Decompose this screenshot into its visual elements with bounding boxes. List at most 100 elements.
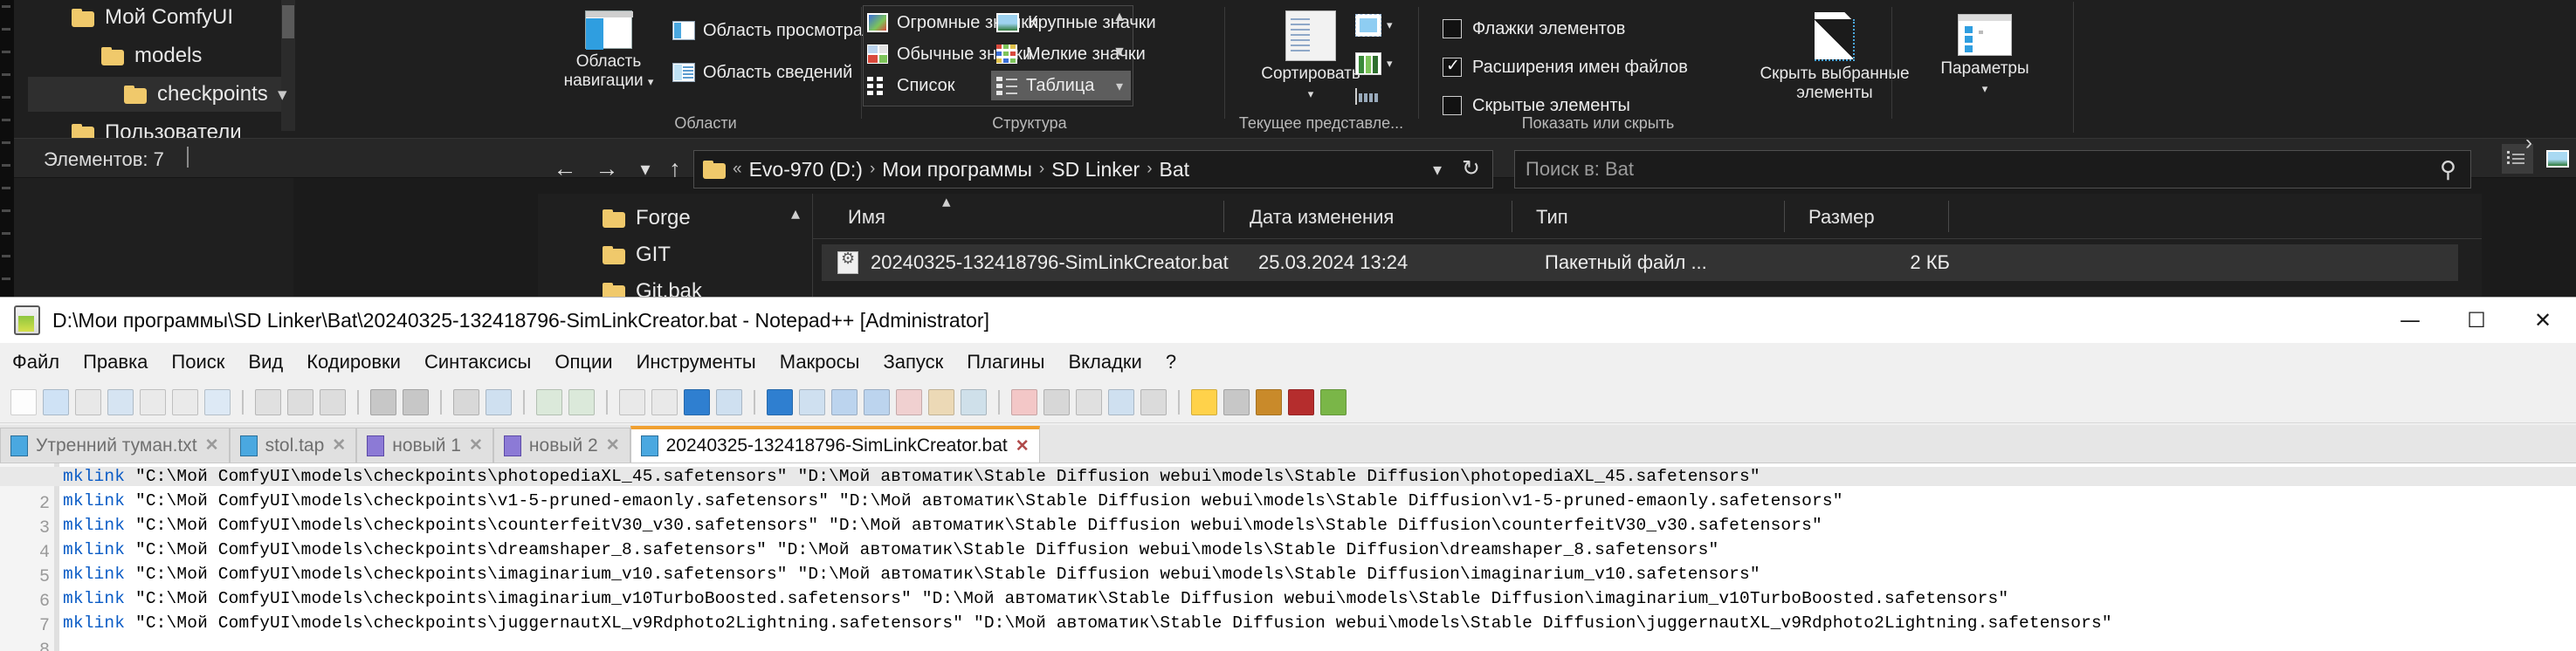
save-icon[interactable] — [75, 388, 101, 415]
back-button[interactable]: ← — [550, 155, 580, 182]
menu-item-0[interactable]: Файл — [12, 351, 59, 373]
menu-item-4[interactable]: Кодировки — [307, 351, 401, 373]
menu-item-12[interactable]: ? — [1166, 351, 1176, 373]
tree-item-forge[interactable]: Forge — [596, 201, 691, 236]
search-icon[interactable]: ⚲ — [2440, 156, 2456, 183]
paste-icon[interactable] — [320, 388, 346, 415]
breadcrumb-item-bat[interactable]: Bat — [1160, 158, 1190, 182]
column-separator[interactable] — [1784, 201, 1785, 232]
plugin-green-icon[interactable] — [1320, 388, 1347, 415]
zoom-out-icon[interactable] — [568, 388, 595, 415]
menu-item-8[interactable]: Макросы — [780, 351, 860, 373]
tab-4[interactable]: 20240325-132418796-SimLinkCreator.bat ✕ — [630, 426, 1040, 463]
open-file-icon[interactable] — [43, 388, 69, 415]
ui-pane-icon[interactable] — [799, 388, 825, 415]
indent-guide-icon[interactable] — [767, 388, 793, 415]
undo-icon[interactable] — [370, 388, 396, 415]
unfold-all-icon[interactable] — [864, 388, 890, 415]
tab-close-icon[interactable]: ✕ — [1016, 436, 1030, 456]
macro-run-icon[interactable] — [1043, 388, 1070, 415]
cut-icon[interactable] — [255, 388, 281, 415]
tab-close-icon[interactable]: ✕ — [606, 435, 620, 456]
chevron-down-icon[interactable]: ▾ — [1433, 159, 1442, 181]
layout-option-list[interactable]: Список — [867, 71, 955, 100]
menu-item-9[interactable]: Запуск — [883, 351, 943, 373]
tab-close-icon[interactable]: ✕ — [332, 435, 346, 456]
tree-item-comfyui[interactable]: Мой ComfyUI — [65, 0, 233, 35]
close-button[interactable]: ✕ — [2510, 298, 2576, 343]
menu-item-3[interactable]: Вид — [248, 351, 283, 373]
menu-item-6[interactable]: Опции — [554, 351, 612, 373]
column-header-name[interactable]: Имя — [848, 206, 885, 229]
redo-icon[interactable] — [403, 388, 429, 415]
fit-columns-button[interactable] — [1355, 88, 1357, 105]
chevron-right-icon[interactable]: › — [2525, 131, 2532, 155]
menu-item-11[interactable]: Вкладки — [1068, 351, 1141, 373]
sync-h-icon[interactable] — [651, 388, 678, 415]
column-separator[interactable] — [1948, 201, 1949, 232]
column-separator[interactable] — [1223, 201, 1224, 232]
breadcrumb[interactable]: « Evo-970 (D:) › Мои программы › SD Link… — [693, 150, 1493, 188]
tab-2[interactable]: новый 1 ✕ — [356, 428, 493, 463]
refresh-icon[interactable]: ↻ — [1462, 155, 1480, 182]
close-icon[interactable] — [140, 388, 166, 415]
notepadpp-title-bar[interactable]: D:\Мои программы\SD Linker\Bat\20240325-… — [0, 298, 2576, 343]
minimize-button[interactable]: — — [2377, 298, 2443, 343]
code-line-5[interactable]: mklink "C:\Мой ComfyUI\models\checkpoint… — [63, 565, 1760, 584]
zoom-in-icon[interactable] — [536, 388, 562, 415]
menu-item-7[interactable]: Инструменты — [637, 351, 756, 373]
add-columns-button[interactable]: ▾ — [1355, 14, 1393, 37]
layout-gallery[interactable]: Огромные значки Обычные значки Список Кр… — [863, 5, 1156, 106]
print-icon[interactable] — [204, 388, 231, 415]
save-all-icon[interactable] — [107, 388, 134, 415]
code-line-2[interactable]: mklink "C:\Мой ComfyUI\models\checkpoint… — [63, 491, 1843, 511]
fold-all-icon[interactable] — [831, 388, 858, 415]
column-header-type[interactable]: Тип — [1536, 206, 1568, 229]
checkbox-file-extensions[interactable]: Расширения имен файлов — [1443, 52, 1688, 82]
size-all-columns-button[interactable]: ▾ — [1355, 52, 1393, 75]
code-line-3[interactable]: mklink "C:\Мой ComfyUI\models\checkpoint… — [63, 516, 1822, 535]
run-icon[interactable] — [1076, 388, 1102, 415]
code-line-4[interactable]: mklink "C:\Мой ComfyUI\models\checkpoint… — [63, 540, 1718, 559]
gallery-scroll-down-icon[interactable]: ▼ — [1108, 45, 1131, 60]
tree-item-git[interactable]: GIT — [596, 237, 671, 272]
checkbox-box[interactable] — [1443, 19, 1462, 38]
code-editor[interactable]: 12345678 mklink "C:\Мой ComfyUI\models\c… — [0, 463, 2576, 651]
tab-1[interactable]: stol.tap ✕ — [229, 428, 357, 463]
chevron-up-icon[interactable]: ▴ — [791, 202, 800, 224]
menu-item-1[interactable]: Правка — [83, 351, 148, 373]
macro-record-icon[interactable] — [896, 388, 922, 415]
sort-button[interactable]: Сортировать ▾ — [1254, 10, 1367, 104]
navigation-pane-button[interactable]: Область навигации ▾ — [557, 10, 660, 92]
copy-icon[interactable] — [287, 388, 313, 415]
new-file-icon[interactable] — [10, 388, 37, 415]
plugin-admin-icon[interactable] — [1288, 388, 1314, 415]
sync-v-icon[interactable] — [619, 388, 645, 415]
menu-item-5[interactable]: Синтаксисы — [424, 351, 531, 373]
options-button[interactable]: Параметры ▾ — [1919, 14, 2050, 99]
forward-button[interactable]: → — [592, 155, 622, 182]
table-row[interactable]: 20240325-132418796-SimLinkCreator.bat 25… — [822, 244, 2458, 281]
macro-stop-icon[interactable] — [1011, 388, 1037, 415]
all-chars-icon[interactable] — [716, 388, 742, 415]
layout-option-large[interactable]: Крупные значки — [996, 8, 1156, 38]
tree-scrollbar-thumb[interactable] — [282, 5, 294, 38]
tree-item-git-bak[interactable]: Git.bak — [596, 274, 702, 297]
search-input[interactable]: Поиск в: Bat ⚲ — [1514, 150, 2471, 188]
plugin-icon[interactable] — [1256, 388, 1282, 415]
macro-save-icon[interactable] — [961, 388, 987, 415]
find-icon[interactable] — [453, 388, 479, 415]
tab-close-icon[interactable]: ✕ — [469, 435, 483, 456]
maximize-button[interactable]: ☐ — [2443, 298, 2510, 343]
column-header-size[interactable]: Размер — [1808, 206, 1875, 229]
monitor-icon[interactable] — [1223, 388, 1250, 415]
code-text-area[interactable]: mklink "C:\Мой ComfyUI\models\checkpoint… — [0, 463, 2576, 651]
checkbox-item-checkboxes[interactable]: Флажки элементов — [1443, 14, 1625, 44]
doc-map-icon[interactable] — [1108, 388, 1134, 415]
tree-item-checkpoints[interactable]: checkpoints — [28, 77, 281, 112]
breadcrumb-item-drive[interactable]: Evo-970 (D:) — [749, 158, 863, 182]
column-header-date[interactable]: Дата изменения — [1250, 206, 1394, 229]
details-pane-button[interactable]: Область сведений — [672, 58, 852, 87]
tab-close-icon[interactable]: ✕ — [205, 435, 219, 456]
tab-3[interactable]: новый 2 ✕ — [492, 428, 630, 463]
